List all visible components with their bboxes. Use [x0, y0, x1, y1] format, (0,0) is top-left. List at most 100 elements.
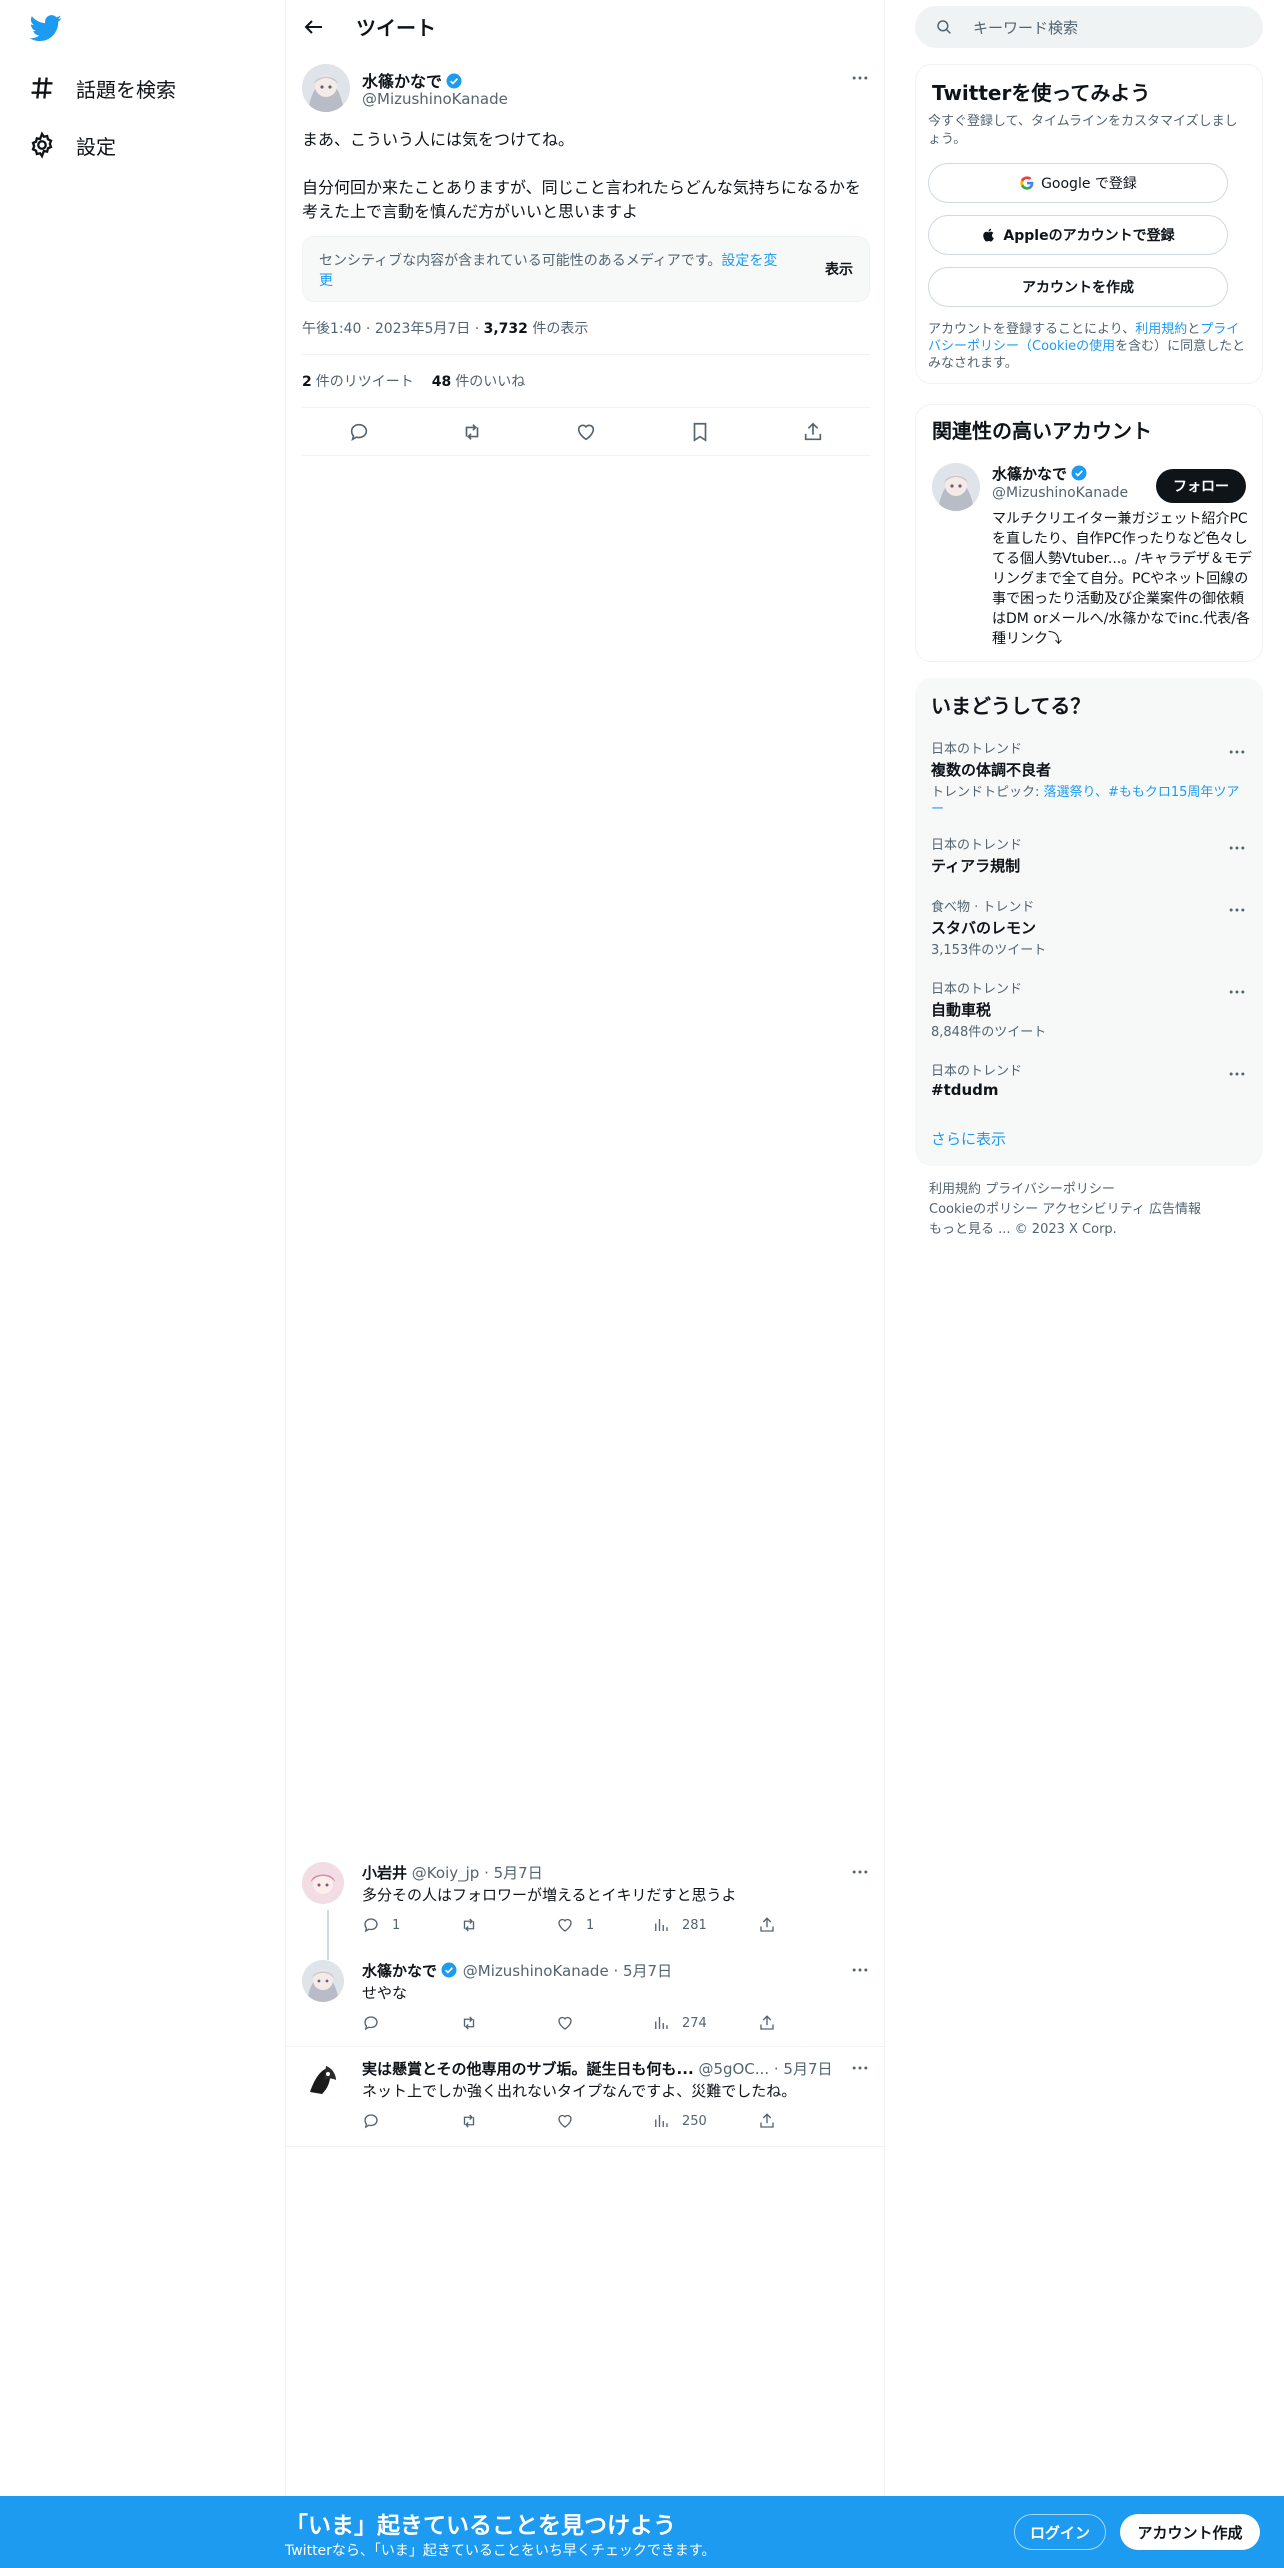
- trend-item[interactable]: 日本のトレンド ティアラ規制: [931, 834, 1247, 876]
- footer-line[interactable]: もっと見る ... © 2023 X Corp.: [929, 1220, 1249, 1240]
- google-logo-icon: [1020, 176, 1034, 190]
- avatar[interactable]: [302, 1960, 344, 2002]
- retweet-action[interactable]: [460, 1916, 490, 1934]
- like-heart-icon: [558, 2016, 572, 2030]
- show-more-link[interactable]: さらに表示: [931, 1128, 1006, 1149]
- nav-explore[interactable]: 話題を検索: [28, 68, 176, 108]
- share-action[interactable]: [758, 2112, 788, 2130]
- avatar[interactable]: [302, 1862, 344, 1904]
- footer-line[interactable]: 利用規約 プライバシーポリシー: [929, 1180, 1249, 1200]
- bottom-subline: Twitterなら、「いま」起きていることをいち早くチェックできます。: [285, 2543, 716, 2559]
- google-signup-button[interactable]: Google で登録: [928, 163, 1228, 203]
- trend-item[interactable]: 日本のトレンド #tdudm: [931, 1060, 1247, 1099]
- divider: [286, 2146, 886, 2147]
- reply-action[interactable]: 1: [362, 1916, 400, 1934]
- footer-line[interactable]: Cookieのポリシー アクセシビリティ 広告情報: [929, 1200, 1249, 1220]
- avatar[interactable]: [932, 463, 980, 511]
- apple-signup-button[interactable]: Appleのアカウントで登録: [928, 215, 1228, 255]
- apple-logo-icon: [983, 228, 995, 242]
- related-account-handle[interactable]: @MizushinoKanade: [992, 485, 1128, 501]
- bookmark-icon[interactable]: [689, 421, 711, 443]
- reply-date[interactable]: · 5月7日: [774, 2060, 833, 2078]
- likes-count: 48: [431, 374, 452, 390]
- create-account-button[interactable]: アカウントを作成: [928, 267, 1228, 307]
- reply-author-name[interactable]: 水篠かなで: [362, 1962, 437, 1980]
- show-media-button[interactable]: 表示: [825, 259, 853, 279]
- related-name-text: 水篠かなで: [992, 465, 1068, 483]
- author-name[interactable]: 水篠かなで: [362, 68, 463, 92]
- tweet-date[interactable]: 2023年5月7日: [375, 321, 470, 337]
- share-action[interactable]: [758, 2014, 788, 2032]
- trend-tweet-count: 8,848件のツイート: [931, 1025, 1047, 1040]
- reply-icon[interactable]: [348, 421, 370, 443]
- more-options-icon[interactable]: [1227, 982, 1247, 1002]
- follow-button[interactable]: フォロー: [1156, 469, 1246, 503]
- search-input[interactable]: キーワード検索: [915, 6, 1263, 48]
- signup-button[interactable]: アカウント作成: [1120, 2514, 1260, 2550]
- reply-author-name[interactable]: 実は懸賞とその他専用のサブ垢。誕生日も何も...: [362, 2060, 694, 2078]
- more-options-icon[interactable]: [1227, 838, 1247, 858]
- more-options-icon[interactable]: [850, 1862, 870, 1882]
- reply-date[interactable]: · 5月7日: [484, 1864, 543, 1882]
- views-action[interactable]: 250: [652, 2112, 707, 2130]
- tweet-time[interactable]: 午後1:40: [302, 321, 361, 337]
- reply-date[interactable]: · 5月7日: [613, 1962, 672, 1980]
- nav-settings-label: 設定: [76, 134, 116, 159]
- reply-action[interactable]: [362, 2112, 392, 2130]
- analytics-bars-icon: [655, 1919, 668, 1931]
- trend-item[interactable]: 日本のトレンド 自動車税 8,848件のツイート: [931, 978, 1247, 1041]
- retweet-icon[interactable]: [461, 421, 483, 443]
- reply-action[interactable]: [362, 2014, 392, 2032]
- signup-title: Twitterを使ってみよう: [932, 81, 1151, 105]
- trend-item[interactable]: 食べ物 · トレンド スタバのレモン 3,153件のツイート: [931, 896, 1247, 959]
- avatar[interactable]: [302, 64, 350, 112]
- reply-author-handle[interactable]: @Koiy_jp: [412, 1864, 480, 1882]
- like-heart-icon[interactable]: [575, 421, 597, 443]
- more-options-icon[interactable]: [850, 2058, 870, 2078]
- retweet-action[interactable]: [460, 2014, 490, 2032]
- analytics-bars-icon: [655, 2115, 668, 2127]
- author-handle[interactable]: @MizushinoKanade: [362, 90, 508, 108]
- retweets-stat[interactable]: 2 件のリツイート: [302, 374, 414, 390]
- share-icon[interactable]: [802, 421, 824, 443]
- search-icon: [937, 20, 951, 34]
- share-icon: [760, 2113, 774, 2128]
- more-options-icon[interactable]: [850, 68, 870, 88]
- more-options-icon[interactable]: [1227, 742, 1247, 762]
- reply-text: ネット上でしか強く出れないタイプなんですよ、災難でしたね。: [362, 2082, 797, 2100]
- likes-stat[interactable]: 48 件のいいね: [432, 374, 525, 390]
- reply-author-name[interactable]: 小岩井: [362, 1864, 407, 1882]
- main-header: ツイート: [286, 0, 884, 53]
- sensitive-message: センシティブな内容が含まれている可能性のあるメディアです。設定を変更: [319, 251, 789, 291]
- search-placeholder: キーワード検索: [973, 18, 1079, 37]
- trend-name: 自動車税: [931, 1001, 992, 1019]
- terms-link[interactable]: 利用規約: [1135, 322, 1187, 337]
- back-arrow-icon[interactable]: [302, 15, 326, 39]
- like-action[interactable]: [556, 2014, 586, 2032]
- google-signup-label: Google で登録: [1041, 176, 1137, 192]
- share-icon: [760, 2015, 774, 2030]
- tweet-text: まあ、こういう人には気をつけてね。 自分何回か来たことありますが、同じこと言われ…: [302, 130, 861, 221]
- related-title: 関連性の高いアカウント: [932, 419, 1152, 443]
- trend-item[interactable]: 日本のトレンド 複数の体調不良者 トレンドトピック: 落選祭り、#ももクロ15周…: [931, 738, 1247, 818]
- reply-author-handle[interactable]: @5gOC...: [698, 2060, 769, 2078]
- related-account-name[interactable]: 水篠かなで: [992, 463, 1088, 484]
- more-options-icon[interactable]: [1227, 1064, 1247, 1084]
- login-button[interactable]: ログイン: [1014, 2514, 1106, 2550]
- avatar[interactable]: [302, 2058, 344, 2100]
- like-action[interactable]: [556, 2112, 586, 2130]
- trends-title: いまどうしてる？: [931, 694, 1091, 718]
- create-account-label: アカウントを作成: [1022, 280, 1134, 296]
- views-action[interactable]: 274: [652, 2014, 707, 2032]
- nav-settings[interactable]: 設定: [28, 125, 116, 165]
- reply-author-handle[interactable]: @MizushinoKanade: [463, 1962, 609, 1980]
- more-options-icon[interactable]: [850, 1960, 870, 1980]
- more-options-icon[interactable]: [1227, 900, 1247, 920]
- share-action[interactable]: [758, 1916, 788, 1934]
- retweet-action[interactable]: [460, 2112, 490, 2130]
- views-action[interactable]: 281: [652, 1916, 707, 1934]
- reply-actions: 250: [362, 2112, 792, 2132]
- like-action[interactable]: 1: [556, 1916, 594, 1934]
- twitter-bird-icon[interactable]: [28, 12, 64, 44]
- related-accounts-panel: 関連性の高いアカウント 水篠かなで @MizushinoKanade フォロー …: [915, 404, 1263, 662]
